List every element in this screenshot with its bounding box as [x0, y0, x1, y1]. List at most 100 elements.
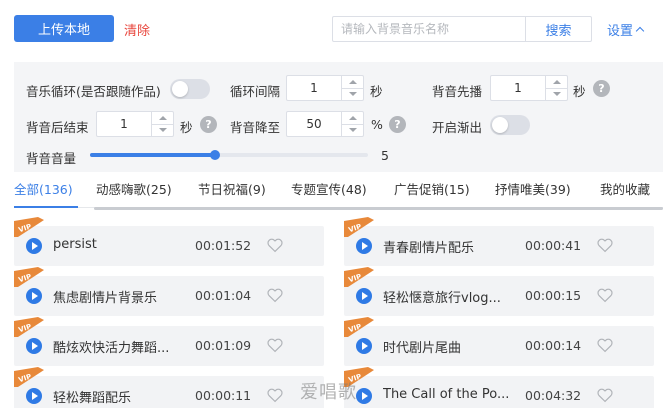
track-item[interactable]: VIP 酷炫欢快活力舞蹈... 00:01:09 [14, 317, 324, 366]
track-duration: 00:00:14 [525, 338, 582, 353]
increment-button[interactable] [546, 76, 567, 88]
help-icon[interactable]: ? [389, 116, 406, 133]
heart-icon[interactable] [596, 386, 614, 404]
help-icon[interactable]: ? [593, 80, 610, 97]
play-icon[interactable] [356, 388, 372, 404]
heart-icon[interactable] [596, 336, 614, 354]
tab-all[interactable]: 全部(136) [14, 179, 73, 198]
play-icon[interactable] [26, 238, 42, 254]
stepper-arrows [151, 112, 173, 136]
active-tab-indicator [14, 206, 78, 208]
decrement-button[interactable] [152, 123, 173, 137]
tab-festival[interactable]: 节日祝福(9) [198, 179, 266, 198]
stepper-arrows [545, 76, 567, 100]
loop-label: 音乐循环(是否跟随作品) [26, 84, 161, 99]
play-icon[interactable] [356, 338, 372, 354]
track-name: 时代剧片尾曲 [383, 341, 462, 356]
volume-slider-fill [90, 153, 216, 157]
toggle-knob [172, 81, 188, 97]
after-end-stepper[interactable]: 1 [96, 111, 174, 137]
clear-button[interactable]: 清除 [124, 20, 150, 39]
interval-value[interactable]: 1 [287, 76, 341, 100]
caret-down-icon [158, 128, 167, 133]
vip-badge-icon: VIP [344, 317, 374, 337]
track-item[interactable]: VIP 焦虑剧情片背景乐 00:01:04 [14, 267, 324, 316]
play-icon[interactable] [356, 288, 372, 304]
track-item[interactable]: VIP 轻松舞蹈配乐 00:00:11 [14, 367, 324, 408]
caret-up-icon [552, 79, 561, 84]
track-item[interactable]: VIP persist 00:01:52 [14, 217, 324, 266]
caret-up-icon [348, 115, 357, 120]
track-name: 轻松惬意旅行vlog... [383, 291, 501, 306]
track-name: The Call of the Po... [383, 387, 510, 402]
caret-up-icon [348, 79, 357, 84]
tab-dynamic[interactable]: 动感嗨歌(25) [96, 179, 172, 198]
caret-up-icon [158, 115, 167, 120]
tab-ads[interactable]: 广告促销(15) [394, 179, 470, 198]
vip-badge-icon: VIP [14, 367, 44, 387]
volume-value: 5 [381, 148, 389, 163]
decrement-button[interactable] [546, 87, 567, 101]
tab-lyrical[interactable]: 抒情唯美(39) [495, 179, 571, 198]
increment-button[interactable] [342, 76, 363, 88]
after-end-value[interactable]: 1 [97, 112, 151, 136]
vip-badge-icon: VIP [14, 217, 44, 237]
stepper-arrows [341, 76, 363, 100]
loop-toggle[interactable] [170, 79, 210, 99]
increment-button[interactable] [152, 112, 173, 124]
play-icon[interactable] [26, 388, 42, 404]
watermark: 爱唱歌 [300, 382, 357, 403]
play-icon[interactable] [356, 238, 372, 254]
heart-icon[interactable] [266, 286, 284, 304]
toggle-knob [492, 117, 508, 133]
pre-play-value[interactable]: 1 [491, 76, 545, 100]
search-input[interactable] [333, 17, 525, 41]
after-end-unit: 秒 [180, 120, 193, 135]
track-duration: 00:01:09 [195, 338, 252, 353]
play-icon[interactable] [26, 338, 42, 354]
volume-slider[interactable] [90, 150, 368, 160]
increment-button[interactable] [342, 112, 363, 124]
heart-icon[interactable] [596, 286, 614, 304]
heart-icon[interactable] [266, 336, 284, 354]
chevron-up-icon [635, 26, 645, 36]
reduce-unit: % [371, 117, 383, 132]
track-name: 酷炫欢快活力舞蹈... [53, 341, 170, 356]
reduce-stepper[interactable]: 50 [286, 111, 364, 137]
decrement-button[interactable] [342, 87, 363, 101]
search-box: 搜索 [332, 16, 592, 42]
category-tabs: 全部(136) 动感嗨歌(25) 节日祝福(9) 专题宣传(48) 广告促销(1… [14, 178, 663, 210]
heart-icon[interactable] [266, 236, 284, 254]
pre-play-stepper[interactable]: 1 [490, 75, 568, 101]
caret-down-icon [348, 128, 357, 133]
help-icon[interactable]: ? [200, 116, 217, 133]
track-item[interactable]: VIP 青春剧情片配乐 00:00:41 [344, 217, 654, 266]
track-item[interactable]: VIP The Call of the Po... 00:04:32 [344, 367, 654, 408]
track-name: 青春剧情片配乐 [383, 241, 475, 256]
track-duration: 00:00:41 [525, 238, 582, 253]
tab-promo-topic[interactable]: 专题宣传(48) [291, 179, 367, 198]
interval-unit: 秒 [370, 84, 383, 99]
heart-icon[interactable] [596, 236, 614, 254]
vip-badge-icon: VIP [344, 267, 374, 287]
track-name: 轻松舞蹈配乐 [53, 391, 132, 406]
track-name: 焦虑剧情片背景乐 [53, 291, 158, 306]
upload-local-button[interactable]: 上传本地 [14, 15, 114, 42]
tab-favorites[interactable]: 我的收藏 [600, 179, 650, 198]
vip-badge-icon: VIP [344, 217, 374, 237]
pre-play-label: 背音先播 [432, 84, 483, 99]
volume-label: 背音音量 [26, 151, 77, 166]
track-item[interactable]: VIP 时代剧片尾曲 00:00:14 [344, 317, 654, 366]
tabs-scrollbar[interactable] [94, 207, 663, 210]
track-item[interactable]: VIP 轻松惬意旅行vlog... 00:00:15 [344, 267, 654, 316]
reduce-value[interactable]: 50 [287, 112, 341, 136]
search-button[interactable]: 搜索 [525, 17, 591, 41]
track-duration: 00:00:15 [525, 288, 582, 303]
volume-slider-thumb[interactable] [210, 150, 221, 160]
heart-icon[interactable] [266, 386, 284, 404]
settings-toggle[interactable]: 设置 [607, 20, 645, 39]
play-icon[interactable] [26, 288, 42, 304]
interval-stepper[interactable]: 1 [286, 75, 364, 101]
decrement-button[interactable] [342, 123, 363, 137]
fade-toggle[interactable] [490, 115, 530, 135]
